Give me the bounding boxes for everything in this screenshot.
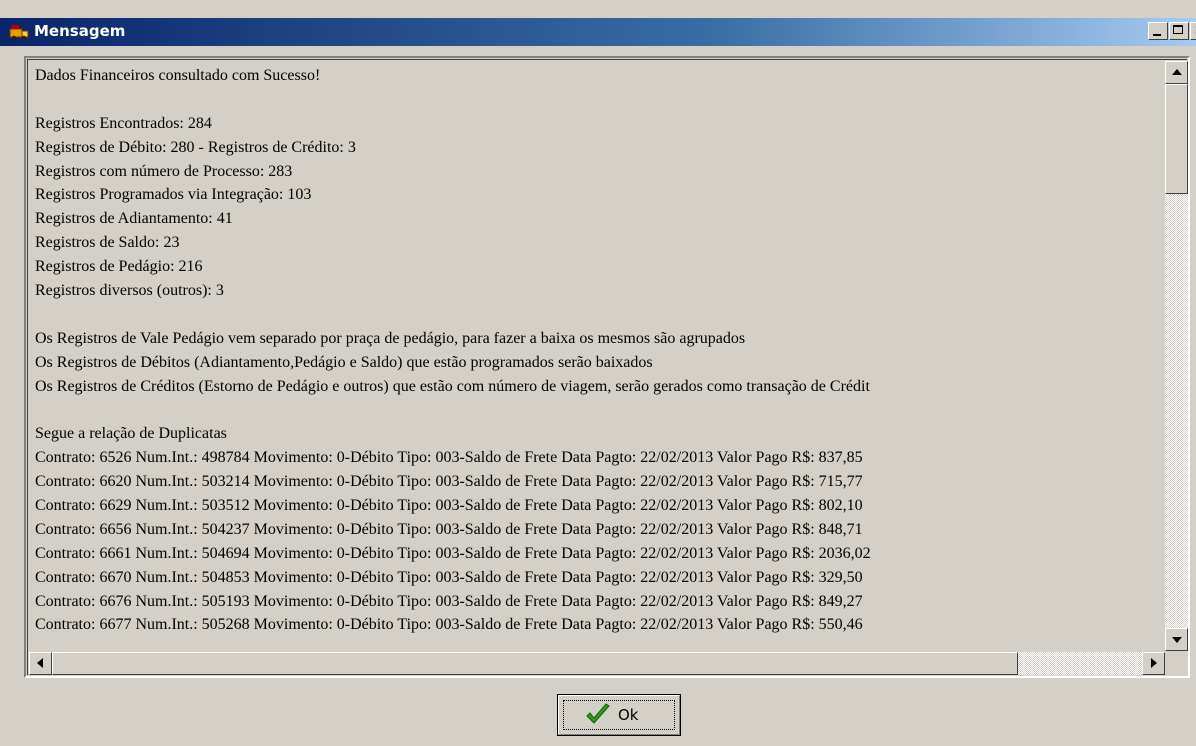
minimize-button[interactable] (1148, 22, 1168, 40)
message-line: Os Registros de Créditos (Estorno de Ped… (35, 377, 870, 395)
message-line: Contrato: 6676 Num.Int.: 505193 Moviment… (35, 592, 863, 610)
scroll-down-button[interactable] (1165, 628, 1188, 651)
textbox-frame: Dados Financeiros consultado com Sucesso… (27, 59, 1188, 675)
arrow-down-icon (1172, 637, 1182, 643)
message-line: Contrato: 6677 Num.Int.: 505268 Moviment… (35, 616, 863, 634)
horizontal-scrollbar[interactable] (29, 652, 1165, 675)
message-line: Contrato: 6620 Num.Int.: 503214 Moviment… (35, 473, 863, 491)
minimize-icon (1153, 34, 1161, 36)
vertical-scroll-thumb[interactable] (1165, 84, 1188, 194)
maximize-icon (1173, 25, 1183, 34)
ok-button-label: Ok (618, 706, 639, 724)
app-icon (9, 23, 29, 41)
message-line: Registros Encontrados: 284 (35, 114, 212, 132)
title-bar[interactable]: Mensagem × (0, 18, 1196, 46)
message-line: Contrato: 6629 Num.Int.: 503512 Moviment… (35, 497, 863, 515)
message-line: Registros com número de Processo: 283 (35, 162, 293, 180)
arrow-left-icon (37, 658, 43, 668)
message-line: Registros diversos (outros): 3 (35, 282, 224, 300)
message-line: Registros Programados via Integração: 10… (35, 186, 312, 204)
message-line: Registros de Débito: 280 - Registros de … (35, 138, 356, 156)
ok-button[interactable]: Ok (557, 694, 681, 736)
message-line: Contrato: 6661 Num.Int.: 504694 Moviment… (35, 544, 871, 562)
scrollbar-corner (1165, 652, 1188, 675)
arrow-right-icon (1151, 658, 1157, 668)
message-line: Segue a relação de Duplicatas (35, 425, 227, 443)
scroll-left-button[interactable] (29, 652, 52, 675)
message-line: Registros de Saldo: 23 (35, 234, 180, 252)
arrow-up-icon (1172, 69, 1182, 75)
scroll-up-button[interactable] (1165, 61, 1188, 84)
message-line: Contrato: 6656 Num.Int.: 504237 Moviment… (35, 520, 863, 538)
window-title: Mensagem (34, 22, 126, 40)
vertical-scrollbar[interactable] (1165, 61, 1188, 651)
message-line: Contrato: 6670 Num.Int.: 504853 Moviment… (35, 568, 863, 586)
message-line: Contrato: 6526 Num.Int.: 498784 Moviment… (35, 449, 863, 467)
close-button[interactable]: × (1190, 22, 1196, 40)
message-line: Registros de Adiantamento: 41 (35, 210, 233, 228)
maximize-button[interactable] (1169, 22, 1189, 40)
message-line: Registros de Pedágio: 216 (35, 258, 203, 276)
message-line: Dados Financeiros consultado com Sucesso… (35, 67, 321, 84)
checkmark-icon (585, 703, 611, 727)
message-text[interactable]: Dados Financeiros consultado com Sucesso… (35, 64, 1163, 650)
message-textbox[interactable]: Dados Financeiros consultado com Sucesso… (24, 56, 1190, 678)
ok-button-bevel: Ok (558, 695, 680, 735)
scroll-right-button[interactable] (1142, 652, 1165, 675)
message-line: Os Registros de Vale Pedágio vem separad… (35, 329, 746, 347)
horizontal-scroll-thumb[interactable] (52, 652, 1018, 675)
message-line: Os Registros de Débitos (Adiantamento,Pe… (35, 353, 653, 371)
